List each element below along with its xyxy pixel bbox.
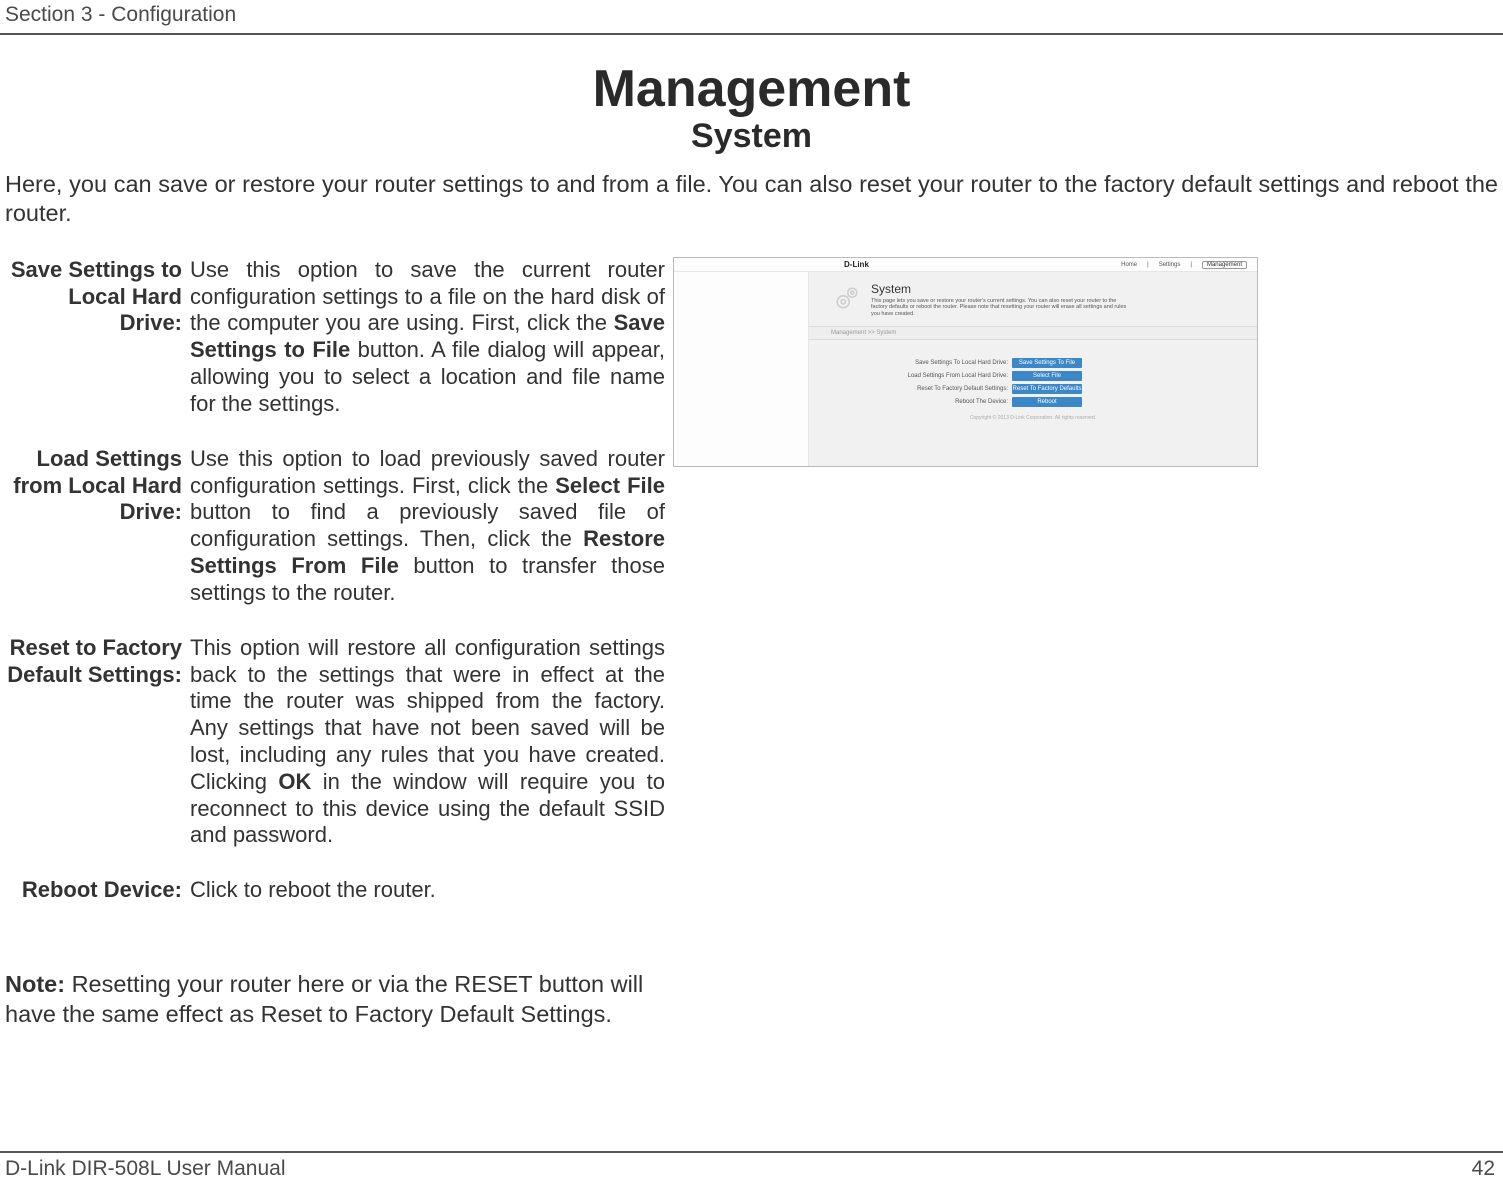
select-file-button[interactable]: Select File (1012, 371, 1082, 381)
def-reset-desc: This option will restore all configurati… (186, 635, 665, 850)
ss-nav-management[interactable]: Management (1202, 261, 1247, 269)
ss-row-reboot-label: Reboot The Device: (955, 399, 1008, 405)
ss-nav-settings[interactable]: Settings (1159, 262, 1181, 268)
ss-row-load: Load Settings From Local Hard Drive: Sel… (809, 371, 1257, 381)
def-reset-label: Reset to Factory Default Settings: (0, 635, 186, 850)
ss-description: This page lets you save or restore your … (871, 298, 1131, 318)
def-reboot-desc: Click to reboot the router. (186, 877, 665, 904)
ss-row-save: Save Settings To Local Hard Drive: Save … (809, 358, 1257, 368)
ss-topbar: D-Link Home | Settings | Management (674, 258, 1257, 272)
def-load: Load Settings from Local Hard Drive: Use… (0, 446, 665, 607)
gear-icon (831, 282, 863, 314)
note-text: Resetting your router here or via the RE… (5, 971, 643, 1026)
def-load-desc: Use this option to load previously saved… (186, 446, 665, 607)
def-save: Save Settings to Local Hard Drive: Use t… (0, 257, 665, 418)
ss-nav-sep2: | (1190, 262, 1192, 268)
ss-nav: Home | Settings | Management (1121, 258, 1247, 272)
def-reboot-label: Reboot Device: (0, 877, 186, 904)
page-footer: D-Link DIR-508L User Manual 42 (0, 1151, 1503, 1181)
ss-logo: D-Link (844, 260, 869, 269)
ss-breadcrumb: Management >> System (809, 326, 1257, 340)
section-label: Section 3 - Configuration (5, 3, 236, 27)
footer-page-number: 42 (1472, 1157, 1495, 1181)
def-save-label: Save Settings to Local Hard Drive: (0, 257, 186, 418)
reset-defaults-button[interactable]: Reset To Factory Defaults (1012, 384, 1082, 394)
def-load-label: Load Settings from Local Hard Drive: (0, 446, 186, 607)
ss-form: Save Settings To Local Hard Drive: Save … (809, 340, 1257, 431)
def-reboot: Reboot Device: Click to reboot the route… (0, 877, 665, 904)
ss-sidebar (674, 272, 809, 466)
ss-row-reboot: Reboot The Device: Reboot (809, 397, 1257, 407)
ss-main: System This page lets you save or restor… (809, 272, 1257, 466)
ss-row-save-label: Save Settings To Local Hard Drive: (915, 360, 1008, 366)
router-screenshot: D-Link Home | Settings | Management (673, 257, 1258, 467)
note-label: Note: (5, 971, 65, 997)
ss-nav-sep: | (1147, 262, 1149, 268)
note-paragraph: Note: Resetting your router here or via … (5, 970, 665, 1029)
ss-nav-home[interactable]: Home (1121, 262, 1137, 268)
intro-paragraph: Here, you can save or restore your route… (5, 170, 1498, 229)
def-save-desc: Use this option to save the current rout… (186, 257, 665, 418)
reboot-button[interactable]: Reboot (1012, 397, 1082, 407)
page-subtitle: System (0, 117, 1503, 156)
ss-heading: System (871, 282, 1131, 296)
page-title: Management (0, 59, 1503, 119)
footer-left: D-Link DIR-508L User Manual (5, 1157, 286, 1181)
def-reset: Reset to Factory Default Settings: This … (0, 635, 665, 850)
ss-row-reset: Reset To Factory Default Settings: Reset… (809, 384, 1257, 394)
page-header: Section 3 - Configuration (0, 0, 1503, 35)
definitions-column: Save Settings to Local Hard Drive: Use t… (0, 257, 665, 932)
ss-copyright: Copyright © 2013 D-Link Corporation. All… (809, 415, 1257, 421)
ss-row-load-label: Load Settings From Local Hard Drive: (908, 373, 1008, 379)
ss-row-reset-label: Reset To Factory Default Settings: (917, 386, 1008, 392)
save-settings-button[interactable]: Save Settings To File (1012, 358, 1082, 368)
